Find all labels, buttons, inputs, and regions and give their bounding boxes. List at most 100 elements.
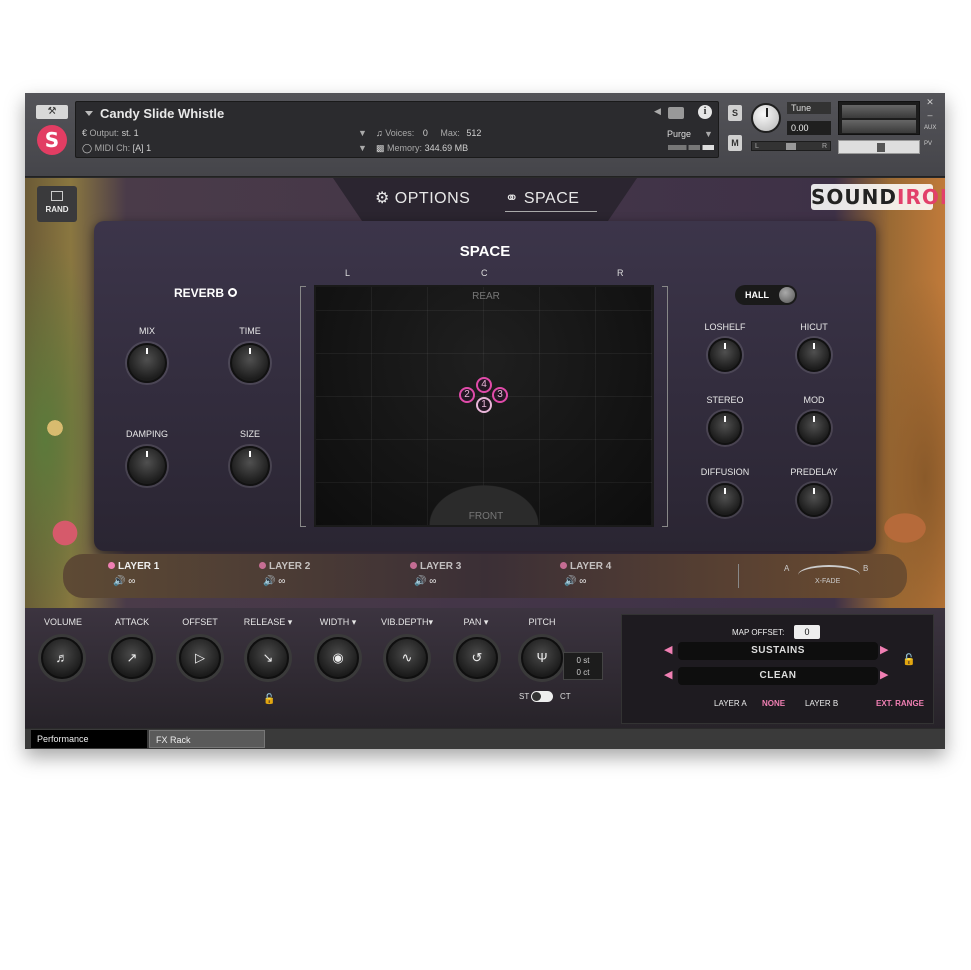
output-row[interactable]: € Output: st. 1 (82, 128, 139, 138)
st-ct-switch[interactable] (531, 691, 553, 702)
mapping-lock-icon[interactable]: 🔓 (902, 653, 916, 666)
layer-3-label: LAYER 3 (420, 561, 462, 572)
release-label-text: RELEASE (243, 617, 286, 627)
articulation-next-icon[interactable]: ▶ (880, 643, 888, 656)
layer-3-icons[interactable]: 🔊 ∞ (414, 576, 436, 587)
hicut-knob[interactable] (797, 338, 831, 372)
solo-button[interactable]: S (728, 105, 742, 121)
pitch-readout[interactable]: 0 st 0 ct (563, 652, 603, 680)
pan-handle[interactable] (786, 143, 796, 150)
mix-label: MIX (138, 326, 155, 336)
predelay-knob[interactable] (797, 483, 831, 517)
reverb-toggle[interactable]: REVERB (174, 285, 238, 300)
width-knob[interactable]: ◉ (317, 637, 359, 679)
release-label[interactable]: RELEASE ▾ (232, 617, 304, 628)
xfade-a-label: A (784, 564, 790, 573)
loshelf-label: LOSHELF (704, 322, 746, 332)
prev-instrument-icon[interactable]: ◀ (654, 106, 661, 117)
size-knob[interactable] (230, 446, 270, 486)
layer-2-label: LAYER 2 (269, 561, 311, 572)
layer-1-icons[interactable]: 🔊 ∞ (113, 576, 135, 587)
pitch-knob[interactable]: Ψ (521, 637, 563, 679)
tune-value[interactable]: 0.00 (787, 121, 831, 135)
midi-label: MIDI Ch: (94, 143, 131, 153)
time-knob[interactable] (230, 343, 270, 383)
wrench-icon[interactable]: ⚒ (36, 105, 68, 119)
output-dropdown-icon[interactable]: ▼ (358, 128, 367, 138)
variation-next-icon[interactable]: ▶ (880, 668, 888, 681)
map-offset-value[interactable]: 0 (794, 625, 820, 639)
loshelf-knob[interactable] (708, 338, 742, 372)
hall-toggle[interactable]: HALL (735, 285, 797, 305)
layer-4-icons[interactable]: 🔊 ∞ (564, 576, 586, 587)
variation-prev-icon[interactable]: ◀ (664, 668, 672, 681)
collapse-arrow-icon[interactable] (85, 111, 93, 116)
kontakt-instrument-window: ⚒ S Candy Slide Whistle ◀ ▶ i € Output: … (25, 93, 945, 749)
pan-left-label: L (755, 143, 759, 150)
damping-knob[interactable] (127, 446, 167, 486)
memory-row: ▩ Memory: 344.69 MB (376, 143, 468, 154)
volume-slider[interactable] (838, 140, 920, 154)
release-lock-icon[interactable]: 🔓 (263, 694, 275, 705)
vib-depth-label[interactable]: VIB.DEPTH▾ (371, 617, 443, 628)
pan-label-text: PAN (463, 617, 482, 627)
camera-icon[interactable] (668, 107, 684, 119)
max-voices-value[interactable]: 512 (466, 128, 481, 138)
width-label[interactable]: WIDTH ▾ (302, 617, 374, 628)
tab-space-label: SPACE (523, 190, 580, 207)
midi-row[interactable]: ◯ MIDI Ch: [A] 1 (82, 143, 151, 154)
right-bracket (662, 286, 668, 527)
pan-slider[interactable]: L R (751, 141, 831, 151)
purge-menu[interactable]: Purge (667, 129, 691, 139)
layer-2-tab[interactable]: LAYER 2 (259, 561, 310, 572)
attack-label: ATTACK (114, 617, 150, 627)
tab-options[interactable]: ⚙ OPTIONS (375, 188, 470, 208)
tab-space[interactable]: ⚭ SPACE (505, 188, 579, 208)
pv-label[interactable]: PV (924, 141, 932, 147)
layer-4-tab[interactable]: LAYER 4 (560, 561, 611, 572)
vib-depth-knob[interactable]: ∿ (386, 637, 428, 679)
pan-right-label: R (821, 143, 827, 150)
pan-knob[interactable]: ↺ (456, 637, 498, 679)
layer-1-tab[interactable]: LAYER 1 (108, 561, 159, 572)
mute-button[interactable]: M (728, 135, 742, 151)
stereo-knob[interactable] (708, 411, 742, 445)
volume-knob[interactable]: ♬ (41, 637, 83, 679)
aux-label[interactable]: AUX (924, 125, 936, 131)
chevron-down-icon: ▾ (287, 617, 293, 627)
stereo-position-field[interactable]: REAR FRONT 4 2 3 1 (314, 285, 654, 527)
volume-label: VOLUME (43, 617, 82, 627)
offset-knob[interactable]: ▷ (179, 637, 221, 679)
purge-dropdown-icon[interactable]: ▼ (704, 129, 713, 139)
diffusion-knob[interactable] (708, 483, 742, 517)
attack-knob[interactable]: ↗ (111, 637, 153, 679)
tune-knob[interactable] (751, 103, 781, 133)
mod-knob[interactable] (797, 411, 831, 445)
width-label-text: WIDTH (319, 617, 350, 627)
articulation-prev-icon[interactable]: ◀ (664, 643, 672, 656)
speaker-icon: ♬ (55, 650, 69, 665)
pan-arc-icon: ↺ (471, 650, 483, 665)
pan-label[interactable]: PAN ▾ (440, 617, 512, 628)
layer-a-value[interactable]: NONE (762, 699, 785, 708)
instrument-header: ⚒ S Candy Slide Whistle ◀ ▶ i € Output: … (25, 93, 945, 177)
info-icon[interactable]: i (698, 105, 712, 119)
minimize-icon[interactable]: – (924, 110, 936, 122)
layer-b-label: LAYER B (805, 699, 839, 708)
layer-3-tab[interactable]: LAYER 3 (410, 561, 461, 572)
instrument-name[interactable]: Candy Slide Whistle (100, 106, 224, 121)
articulation-select[interactable]: SUSTAINS (678, 642, 878, 660)
layer-2-icons[interactable]: 🔊 ∞ (263, 576, 285, 587)
release-ramp-icon: ↘ (262, 650, 274, 665)
tab-fx-rack[interactable]: FX Rack (149, 730, 265, 748)
mix-knob[interactable] (127, 343, 167, 383)
level-meters (838, 101, 920, 135)
ct-label: CT (560, 692, 571, 701)
close-icon[interactable]: ✕ (924, 97, 936, 109)
midi-dropdown-icon[interactable]: ▼ (358, 143, 367, 153)
ext-range-button[interactable]: EXT. RANGE (876, 699, 924, 708)
variation-select[interactable]: CLEAN (678, 667, 878, 685)
release-knob[interactable]: ↘ (247, 637, 289, 679)
rand-button[interactable]: RAND (37, 186, 77, 222)
tab-performance[interactable]: Performance (31, 730, 147, 748)
